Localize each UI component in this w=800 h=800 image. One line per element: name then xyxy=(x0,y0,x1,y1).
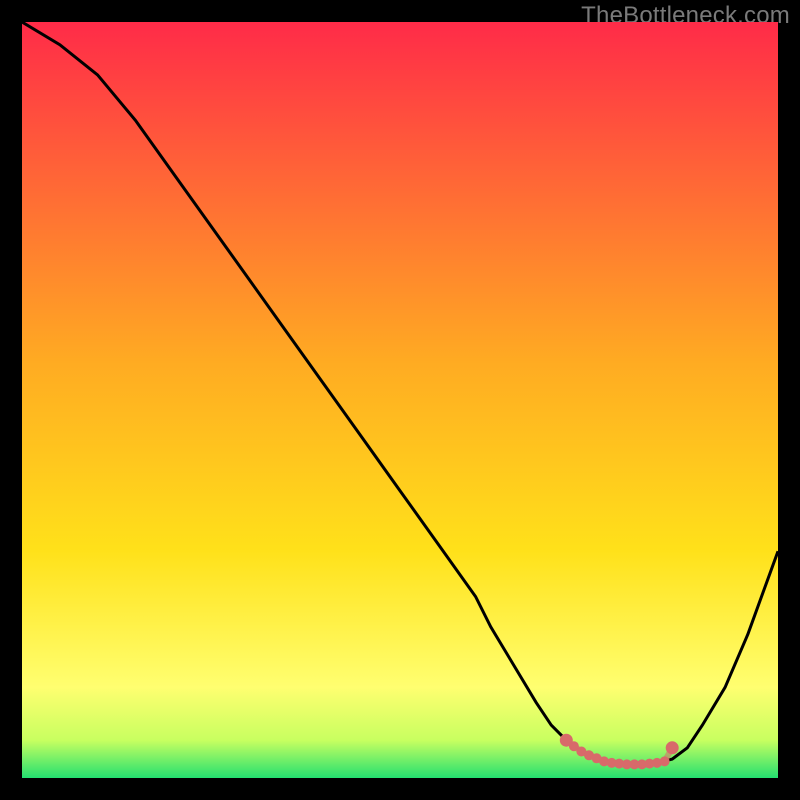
gradient-background xyxy=(22,22,778,778)
chart-svg xyxy=(22,22,778,778)
marker-dot xyxy=(660,757,669,766)
marker-dot xyxy=(666,742,678,754)
chart-frame: TheBottleneck.com xyxy=(0,0,800,800)
plot-area xyxy=(22,22,778,778)
